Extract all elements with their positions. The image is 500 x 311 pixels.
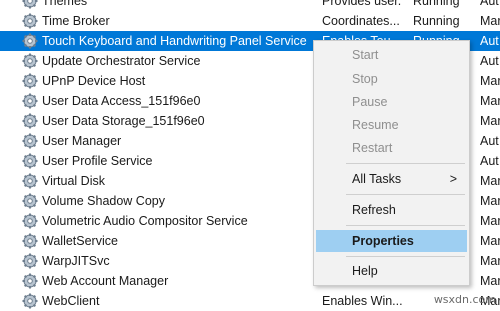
gear-icon xyxy=(22,153,38,169)
menu-item-stop[interactable]: Stop xyxy=(316,68,467,90)
service-startup-type: Mar xyxy=(480,214,500,228)
gear-icon xyxy=(22,273,38,289)
menu-item-properties[interactable]: Properties xyxy=(316,230,467,252)
gear-icon xyxy=(22,193,38,209)
service-name: Themes xyxy=(42,0,88,8)
service-description: Provides user... xyxy=(322,0,402,8)
service-name: Volume Shadow Copy xyxy=(42,194,165,208)
service-status: Running xyxy=(413,0,460,8)
service-startup-type: Mar xyxy=(480,274,500,288)
gear-icon xyxy=(22,73,38,89)
menu-separator xyxy=(346,194,465,195)
service-row[interactable]: WebClient Enables Win... Mar xyxy=(0,291,500,311)
submenu-arrow-icon: > xyxy=(449,172,457,186)
service-name: User Data Storage_151f96e0 xyxy=(42,114,205,128)
service-name: Virtual Disk xyxy=(42,174,105,188)
service-name: UPnP Device Host xyxy=(42,74,146,88)
menu-item-refresh[interactable]: Refresh xyxy=(316,199,467,221)
watermark: wsxdn.com xyxy=(433,293,496,306)
menu-item-pause[interactable]: Pause xyxy=(316,91,467,113)
service-startup-type: Aut xyxy=(480,54,499,68)
service-startup-type: Mar xyxy=(480,114,500,128)
menu-item-start[interactable]: Start xyxy=(316,44,467,66)
service-name: User Data Access_151f96e0 xyxy=(42,94,201,108)
service-name: Time Broker xyxy=(42,14,110,28)
gear-icon xyxy=(22,233,38,249)
service-startup-type: Mar xyxy=(480,194,500,208)
service-startup-type: Mar xyxy=(480,94,500,108)
service-name: User Manager xyxy=(42,134,122,148)
service-startup-type: Mar xyxy=(480,174,500,188)
gear-icon xyxy=(22,53,38,69)
service-startup-type: Mar xyxy=(480,254,500,268)
service-startup-type: Aut xyxy=(480,154,499,168)
service-startup-type: Mar xyxy=(480,74,500,88)
service-startup-type: Mar xyxy=(480,234,500,248)
gear-icon xyxy=(22,0,38,9)
menu-item-help[interactable]: Help xyxy=(316,260,467,282)
service-name: Touch Keyboard and Handwriting Panel Ser… xyxy=(42,34,307,48)
gear-icon xyxy=(22,133,38,149)
service-status: Running xyxy=(413,14,460,28)
gear-icon xyxy=(22,113,38,129)
menu-item-resume[interactable]: Resume xyxy=(316,114,467,136)
menu-item-all-tasks[interactable]: All Tasks > xyxy=(316,168,467,190)
service-name: WalletService xyxy=(42,234,118,248)
menu-item-restart[interactable]: Restart xyxy=(316,137,467,159)
service-startup-type: Aut xyxy=(480,134,499,148)
service-startup-type: Aut xyxy=(480,0,499,8)
context-menu: Start Stop Pause Resume Restart All Task… xyxy=(313,40,470,286)
service-name: User Profile Service xyxy=(42,154,153,168)
gear-icon xyxy=(22,253,38,269)
service-row[interactable]: Themes Provides user... Running Aut xyxy=(0,0,500,11)
service-name: Volumetric Audio Compositor Service xyxy=(42,214,248,228)
gear-icon xyxy=(22,293,38,309)
gear-icon xyxy=(22,93,38,109)
gear-icon xyxy=(22,13,38,29)
service-name: Update Orchestrator Service xyxy=(42,54,201,68)
service-startup-type: Mar xyxy=(480,14,500,28)
service-description: Enables Win... xyxy=(322,294,402,308)
menu-separator xyxy=(346,163,465,164)
service-startup-type: Aut xyxy=(480,34,499,48)
service-name: WebClient xyxy=(42,294,100,308)
gear-icon xyxy=(22,33,38,49)
gear-icon xyxy=(22,213,38,229)
service-row[interactable]: Time Broker Coordinates... Running Mar xyxy=(0,11,500,31)
service-name: Web Account Manager xyxy=(42,274,169,288)
gear-icon xyxy=(22,173,38,189)
menu-separator xyxy=(346,225,465,226)
service-name: WarpJITSvc xyxy=(42,254,110,268)
menu-separator xyxy=(346,256,465,257)
all-tasks-label: All Tasks xyxy=(352,172,402,186)
service-description: Coordinates... xyxy=(322,14,400,28)
